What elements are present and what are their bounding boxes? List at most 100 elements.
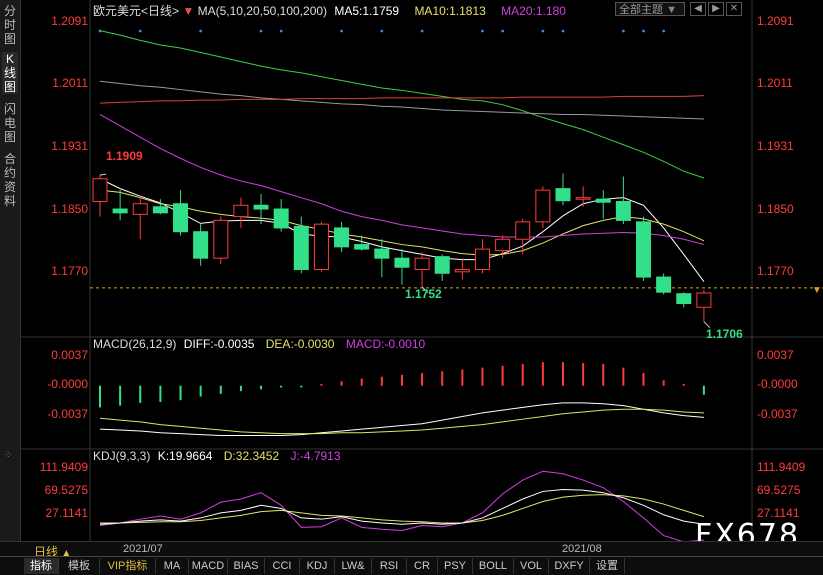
kdj-tick: 69.5275 [757,483,801,497]
low-annotation-2: 1.1706 [706,327,743,341]
tab-cci[interactable]: CCI [265,558,300,574]
tab-vip-indicator[interactable]: VIP指标 [100,558,156,574]
tab-ma[interactable]: MA [156,558,189,574]
event-marker-dot [340,29,343,33]
tab-cr[interactable]: CR [407,558,438,574]
candle-body [193,231,209,259]
current-price-marker-icon: ▼ [812,285,822,296]
j-value: J:-4.7913 [290,449,341,463]
candle-body [414,257,430,271]
dea-line [99,408,704,435]
kdj-tick: 27.1141 [45,506,89,520]
macd-title: MACD(26,12,9) [93,337,177,351]
event-marker-dot [380,29,384,33]
candle-body [434,256,450,274]
diff-value: DIFF:-0.0035 [183,337,255,351]
candle-body [152,206,168,214]
candle-body [313,223,329,271]
ma-line-ma20 [99,114,705,246]
candle-body [676,293,692,305]
event-marker-dot [138,29,142,33]
price-tick: 1.1850 [51,202,88,216]
event-marker-dot [481,29,484,33]
macd-value: MACD:-0.0010 [345,337,426,351]
candle-body [656,276,672,293]
event-marker-dot [199,29,203,33]
kdj-tick: 111.9409 [757,460,806,474]
macd-tick: 0.0037 [757,348,794,362]
price-tick: 1.1931 [51,139,88,153]
macd-tick: 0.0037 [51,348,88,362]
tab-settings[interactable]: 设置 [590,558,625,574]
tab-kdj[interactable]: KDJ [300,558,335,574]
price-tick: 1.1850 [757,202,794,216]
tab-dxfy[interactable]: DXFY [549,558,590,574]
k-line [99,489,704,525]
candle-body [595,198,611,203]
candle-body [374,248,390,259]
tab-boll[interactable]: BOLL [473,558,514,574]
candle-body [92,178,108,202]
event-marker-dot [420,29,424,33]
candle-body [173,203,189,233]
event-marker-dot [501,29,504,33]
candle-body [575,197,591,200]
annotation-leader [99,173,107,176]
candle-body [293,225,309,271]
price-tick: 1.2011 [52,76,88,90]
tab-vol[interactable]: VOL [514,558,549,574]
ma-line-ma200 [99,95,704,104]
event-marker-dot [259,29,263,33]
candle-body [394,257,410,268]
tab-lw[interactable]: LW& [335,558,372,574]
tab-template[interactable]: 模板 [59,558,100,574]
kdj-tick: 111.9409 [39,460,88,474]
macd-tick: -0.0037 [47,407,88,421]
tab-bias[interactable]: BIAS [228,558,265,574]
tab-macd[interactable]: MACD [189,558,228,574]
event-marker-dot [541,29,545,33]
ma-line-ma10 [99,189,705,256]
price-tick: 1.2091 [51,14,88,28]
candle-body [233,204,249,218]
kdj-title: KDJ(9,3,3) [93,449,151,463]
tab-rsi[interactable]: RSI [372,558,407,574]
dea-value: DEA:-0.0030 [265,337,335,351]
d-line [100,494,705,524]
candle-body [495,238,511,252]
candle-body [253,204,269,210]
candle-body [334,227,350,248]
candle-body [636,221,652,278]
price-tick: 1.2091 [757,14,794,28]
candle-body [213,219,229,259]
indicator-tab-bar: 指标 模板 VIP指标 MA MACD BIAS CCI KDJ LW& RSI… [0,556,823,575]
event-marker-dot [561,29,565,33]
event-marker-dot [279,29,283,33]
ma-line-ma50 [99,30,705,179]
event-marker-dot [662,29,666,33]
macd-tick: -0.0000 [757,377,798,391]
macd-tick: -0.0000 [47,377,88,391]
candle-body [535,189,551,223]
candle-body [454,269,470,273]
tab-psy[interactable]: PSY [438,558,473,574]
candle-body [474,248,490,271]
candle-body [112,208,128,214]
date-axis: 日线 ▲ 2021/07 2021/08 [0,541,823,559]
candle-body [273,208,289,229]
macd-tick: -0.0037 [757,407,798,421]
tab-indicator[interactable]: 指标 [24,558,59,574]
kdj-header: KDJ(9,3,3) K:19.9664 D:32.3452 J:-4.7913 [93,449,341,463]
candle-body [515,221,531,240]
date-label: 2021/07 [123,543,163,555]
settings-dots-icon[interactable]: ⁘ [4,450,12,461]
candle-body [615,200,631,221]
kdj-tick: 69.5275 [44,483,88,497]
macd-header: MACD(26,12,9) DIFF:-0.0035 DEA:-0.0030 M… [93,337,425,351]
date-label: 2021/08 [562,543,602,555]
j-line [99,470,704,541]
price-tick: 1.2011 [757,76,793,90]
event-marker-dot [642,29,645,33]
k-value: K:19.9664 [157,449,213,463]
candle-body [132,203,148,215]
